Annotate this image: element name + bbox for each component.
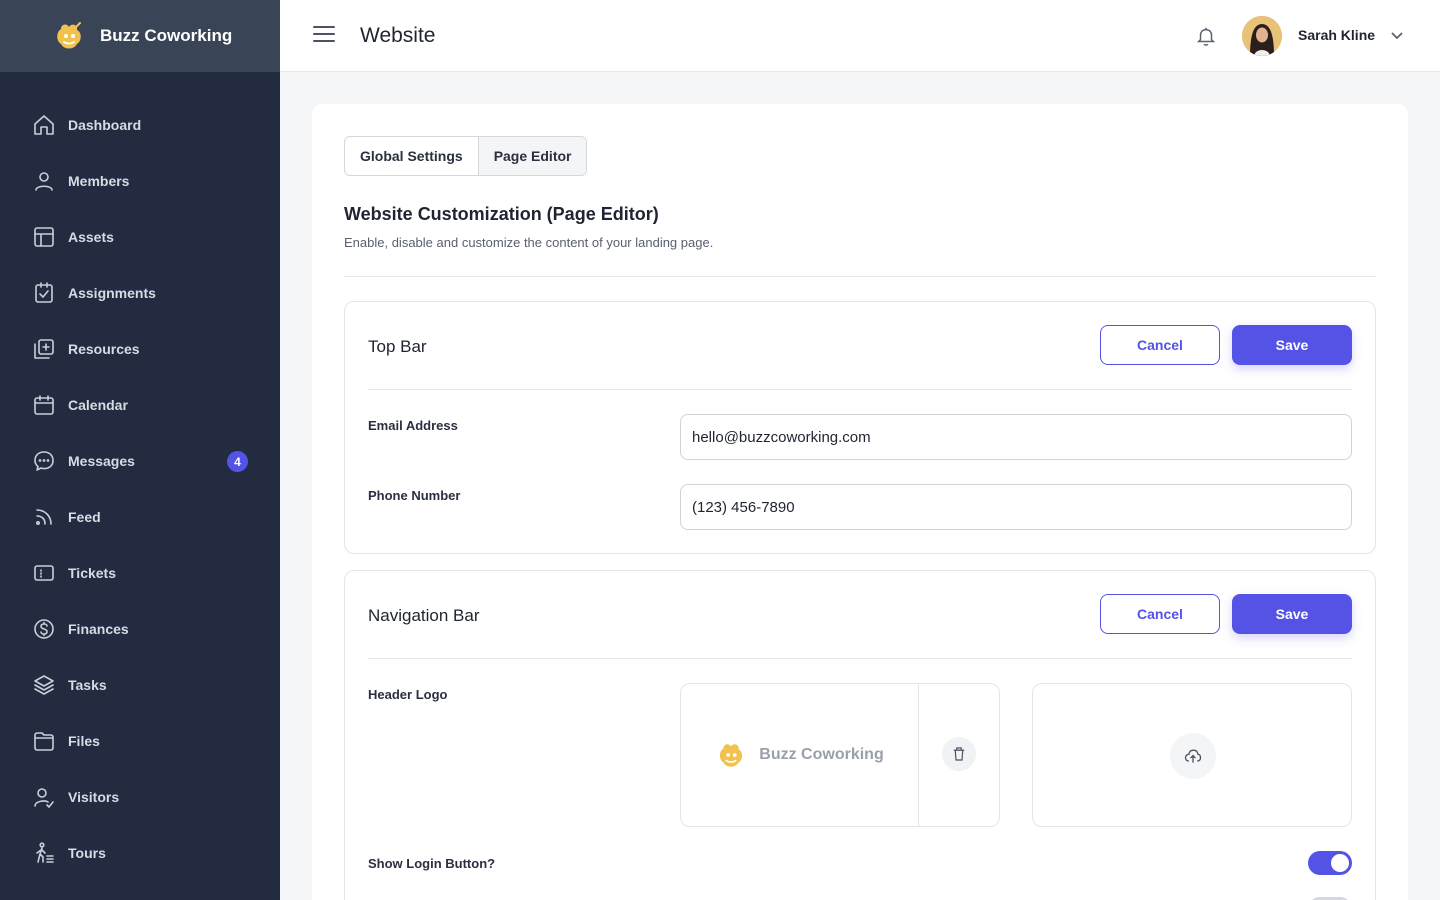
sidebar-item-calendar[interactable]: Calendar xyxy=(0,377,280,433)
sidebar-item-tasks[interactable]: Tasks xyxy=(0,657,280,713)
sidebar-item-feed[interactable]: Feed xyxy=(0,489,280,545)
dollar-icon xyxy=(34,619,54,639)
sidebar-item-label: Tickets xyxy=(68,565,116,581)
panel-divider xyxy=(368,658,1352,659)
show-login-toggle[interactable] xyxy=(1308,851,1352,875)
upload-cloud-icon[interactable] xyxy=(1170,733,1216,779)
trash-icon[interactable] xyxy=(942,737,976,771)
sidebar-item-label: Messages xyxy=(68,453,135,469)
sidebar-nav: Dashboard Members Assets Assignments Res… xyxy=(0,97,280,881)
sidebar-item-assignments[interactable]: Assignments xyxy=(0,265,280,321)
panel-title: Top Bar xyxy=(368,337,427,356)
sidebar-item-tickets[interactable]: Tickets xyxy=(0,545,280,601)
clipboard-check-icon xyxy=(35,282,53,303)
unread-count-badge: 4 xyxy=(227,451,248,472)
sidebar-item-label: Tasks xyxy=(68,677,107,693)
user-check-icon xyxy=(34,788,54,808)
top-header: Website Sarah Kline xyxy=(280,0,1440,72)
phone-label: Phone Number xyxy=(368,488,461,503)
sidebar-item-resources[interactable]: Resources xyxy=(0,321,280,377)
sidebar-item-visitors[interactable]: Visitors xyxy=(0,769,280,825)
bee-logo-icon xyxy=(720,744,743,767)
panel-divider xyxy=(368,389,1352,390)
section-description: Enable, disable and customize the conten… xyxy=(344,235,714,250)
sidebar-item-label: Resources xyxy=(68,341,140,357)
sidebar-item-members[interactable]: Members xyxy=(0,153,280,209)
email-field[interactable] xyxy=(680,414,1352,460)
sidebar-item-label: Assets xyxy=(68,229,114,245)
navigation-bar-panel: Navigation Bar Cancel Save Header Logo B… xyxy=(344,570,1376,900)
phone-field[interactable] xyxy=(680,484,1352,530)
user-icon xyxy=(35,172,53,191)
home-icon xyxy=(34,115,54,135)
calendar-icon xyxy=(34,395,54,415)
layers-icon xyxy=(34,675,54,695)
hamburger-menu-icon[interactable] xyxy=(313,26,335,46)
folder-icon xyxy=(34,732,54,751)
notification-bell-icon[interactable] xyxy=(1195,25,1217,47)
avatar[interactable] xyxy=(1242,16,1282,56)
section-title: Website Customization (Page Editor) xyxy=(344,204,659,224)
settings-tabs: Global Settings Page Editor xyxy=(344,136,588,176)
header-logo-label: Header Logo xyxy=(368,687,448,702)
sidebar-item-tours[interactable]: Tours xyxy=(0,825,280,881)
page-title: Website xyxy=(360,24,436,47)
bee-logo-icon xyxy=(57,22,81,49)
chevron-down-icon[interactable] xyxy=(1390,28,1404,42)
sidebar-item-label: Visitors xyxy=(68,789,120,805)
sidebar-item-label: Members xyxy=(68,173,130,189)
cancel-button[interactable]: Cancel xyxy=(1100,594,1220,634)
brand-name: Buzz Coworking xyxy=(100,26,233,45)
header-logo-preview: Buzz Coworking xyxy=(680,683,1000,827)
sidebar-item-label: Files xyxy=(68,733,100,749)
sidebar-item-label: Assignments xyxy=(68,285,156,301)
user-name[interactable]: Sarah Kline xyxy=(1298,27,1375,43)
divider xyxy=(344,276,1376,277)
save-button[interactable]: Save xyxy=(1232,325,1352,365)
top-bar-panel: Top Bar Cancel Save Email Address Phone … xyxy=(344,301,1376,554)
sidebar-item-files[interactable]: Files xyxy=(0,713,280,769)
toggle-knob xyxy=(1331,854,1349,872)
ticket-icon xyxy=(34,565,54,581)
sidebar-item-label: Feed xyxy=(68,509,101,525)
sidebar-item-label: Dashboard xyxy=(68,117,142,133)
rss-icon xyxy=(36,509,52,525)
logo-preview: Buzz Coworking xyxy=(681,684,919,826)
chat-icon xyxy=(34,451,54,471)
show-login-label: Show Login Button? xyxy=(368,856,496,871)
panel-title: Navigation Bar xyxy=(368,606,480,625)
walking-icon xyxy=(36,842,54,863)
sidebar-item-dashboard[interactable]: Dashboard xyxy=(0,97,280,153)
sidebar-item-label: Finances xyxy=(68,621,129,637)
sidebar-item-assets[interactable]: Assets xyxy=(0,209,280,265)
sidebar: Buzz Coworking Dashboard Members Assets … xyxy=(0,0,280,900)
tab-global-settings[interactable]: Global Settings xyxy=(345,137,478,175)
sidebar-item-finances[interactable]: Finances xyxy=(0,601,280,657)
add-stack-icon xyxy=(34,339,54,359)
content-card: Global Settings Page Editor Website Cust… xyxy=(312,104,1408,900)
sidebar-item-label: Calendar xyxy=(68,397,128,413)
sidebar-item-messages[interactable]: Messages 4 xyxy=(0,433,280,489)
cancel-button[interactable]: Cancel xyxy=(1100,325,1220,365)
save-button[interactable]: Save xyxy=(1232,594,1352,634)
brand-header[interactable]: Buzz Coworking xyxy=(0,0,280,72)
logo-preview-text: Buzz Coworking xyxy=(759,746,884,763)
layout-icon xyxy=(34,227,54,247)
logo-upload-dropzone[interactable] xyxy=(1032,683,1352,827)
sidebar-item-label: Tours xyxy=(68,845,106,861)
email-label: Email Address xyxy=(368,418,458,433)
tab-page-editor[interactable]: Page Editor xyxy=(477,137,587,175)
